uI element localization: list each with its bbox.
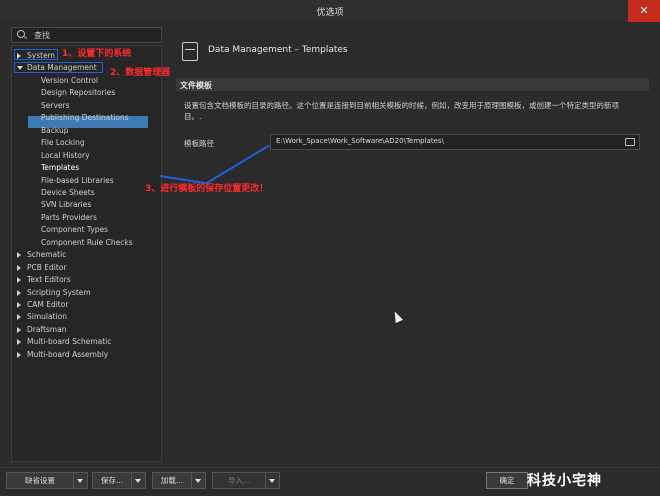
annotation-3: 3、进行模板的保存位置更改！ [145, 184, 269, 194]
database-icon [182, 42, 198, 61]
expand-right-icon[interactable] [17, 339, 21, 346]
search-icon [17, 30, 25, 38]
save-button[interactable]: 保存... [92, 472, 146, 489]
tree-item-label: PCB Editor [27, 262, 67, 272]
save-button-label: 保存... [100, 476, 124, 485]
tree-item-label: Scripting System [27, 287, 91, 297]
tree-item-label: File Locking [41, 138, 85, 148]
load-button[interactable]: 加载... [152, 472, 206, 489]
marker-box-system [14, 49, 58, 60]
tree-item-label: Component Rule Checks [41, 237, 133, 247]
section-title: 文件模板 [180, 81, 212, 90]
window-title: 优选项 [316, 8, 344, 18]
expand-right-icon[interactable] [17, 289, 21, 296]
tree-item-label: Publishing Destinations [41, 113, 129, 123]
folder-browse-icon[interactable] [625, 138, 635, 146]
template-path-field[interactable]: E:\Work_Space\Work_Software\AD20\Templat… [270, 134, 640, 150]
tree-item-label: CAM Editor [27, 300, 69, 309]
search-input[interactable]: 查找 [34, 30, 50, 41]
tree-item-label: Text Editors [27, 275, 71, 285]
annotation-2: 2、数据管理器 [110, 68, 171, 78]
defaults-button[interactable]: 缺省设置 [6, 472, 88, 489]
template-path-label: 模板路径 [184, 139, 214, 148]
annotation-1: 1、设置下的系统 [62, 49, 132, 59]
title-bar: 优选项 ✕ [0, 0, 660, 22]
expand-right-icon[interactable] [17, 351, 21, 358]
watermark: 科技小宅神 [527, 473, 602, 489]
expand-right-icon[interactable] [17, 252, 21, 259]
import-button[interactable]: 导入... [212, 472, 280, 489]
import-button-label: 导入... [227, 476, 251, 485]
tree-item-label: Version Control [41, 75, 99, 85]
expand-right-icon[interactable] [17, 326, 21, 333]
close-button[interactable]: ✕ [628, 0, 660, 22]
tree-item-label: Design Repositories [41, 88, 116, 98]
section-header [176, 78, 649, 91]
chevron-down-icon[interactable] [191, 473, 205, 488]
expand-right-icon[interactable] [17, 314, 21, 321]
expand-right-icon[interactable] [17, 302, 21, 308]
marker-line-path [204, 144, 270, 185]
tree-item-label: Simulation [27, 312, 67, 322]
panel-title: Data Management – Templates [208, 45, 348, 55]
expand-right-icon[interactable] [17, 264, 21, 271]
tree-item-label: SVN Libraries [41, 200, 92, 210]
chevron-down-icon[interactable] [131, 473, 145, 488]
tree-item-label: Multi-board Schematic [27, 337, 112, 347]
chevron-down-icon[interactable] [265, 473, 279, 488]
expand-right-icon[interactable] [17, 277, 21, 284]
load-button-label: 加载... [160, 476, 184, 485]
tree-item-label: Local History [41, 150, 90, 160]
tree-item-label: Component Types [41, 225, 109, 235]
mouse-cursor-icon [391, 309, 403, 324]
marker-box-data-management [14, 62, 103, 73]
chevron-down-icon[interactable] [73, 473, 87, 488]
ok-button[interactable]: 确定 [486, 472, 528, 489]
tree-item-label: Servers [41, 100, 70, 110]
tree-item-label: Parts Providers [41, 212, 97, 222]
template-path-value: E:\Work_Space\Work_Software\AD20\Templat… [276, 137, 444, 145]
tree-item-label: Draftsman [27, 324, 67, 334]
search-box[interactable]: 查找 [11, 27, 162, 43]
tree-item-label: Device Sheets [41, 187, 95, 197]
tree-item-label: Schematic [27, 250, 67, 260]
section-description: 设置包含文档模板的目录的路径。这个位置是连接到目前相关模板的时候，例如，改变用于… [184, 101, 619, 121]
tree-item-label: Backup [41, 125, 69, 135]
tree-item-label: File-based Libraries [41, 175, 114, 185]
defaults-button-label: 缺省设置 [25, 476, 55, 485]
tree-item-label: Templates [41, 163, 80, 173]
tree-item-label: Multi-board Assembly [27, 349, 109, 359]
